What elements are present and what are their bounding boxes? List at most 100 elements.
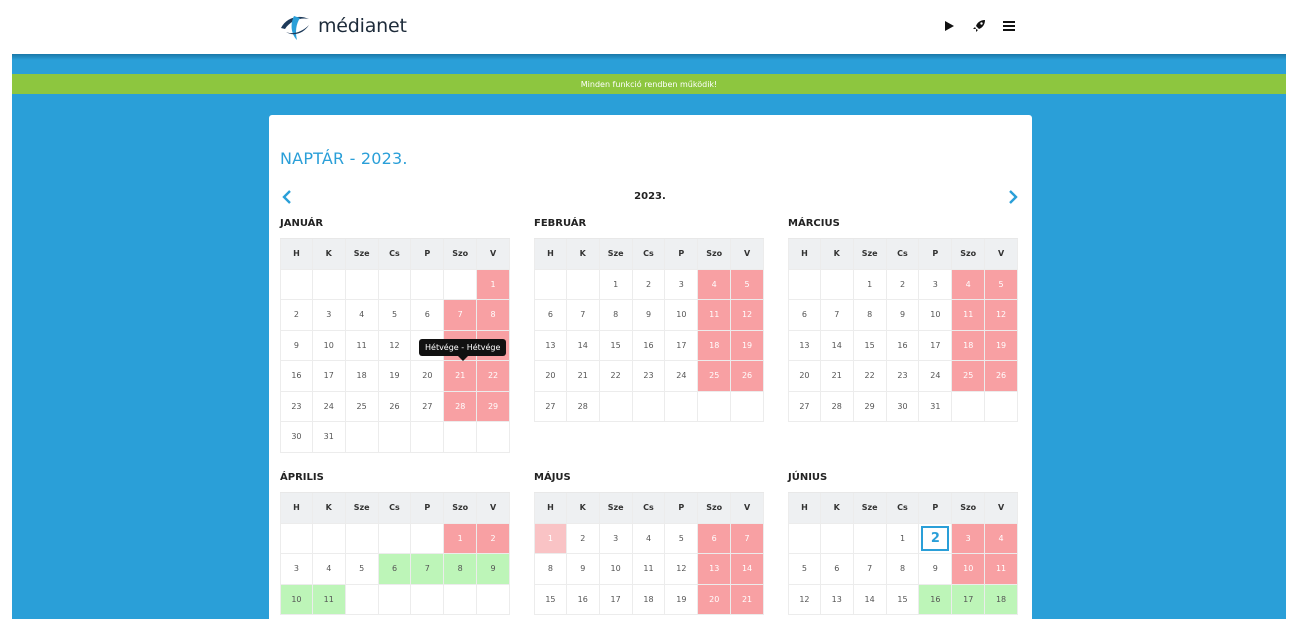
day-cell[interactable]: 12 [378, 330, 412, 361]
day-cell[interactable]: 14 [820, 330, 854, 361]
day-cell[interactable]: 21 [444, 361, 478, 392]
day-cell[interactable]: 20 [411, 361, 445, 392]
day-cell[interactable]: 12 [665, 554, 699, 585]
day-cell[interactable]: 3 [312, 300, 346, 331]
day-cell[interactable]: 4 [698, 269, 732, 300]
day-cell[interactable]: 11 [698, 300, 732, 331]
day-cell[interactable]: 13 [788, 330, 821, 361]
day-cell[interactable]: 3 [599, 523, 633, 554]
day-cell[interactable]: 5 [788, 554, 821, 585]
day-cell[interactable]: 18 [952, 330, 986, 361]
day-cell[interactable]: 12 [731, 300, 764, 331]
day-cell[interactable]: 4 [632, 523, 666, 554]
day-cell[interactable]: 5 [731, 269, 764, 300]
day-cell[interactable]: 22 [853, 361, 887, 392]
day-cell[interactable]: 2 [566, 523, 600, 554]
day-cell[interactable]: 23 [632, 361, 666, 392]
day-cell[interactable]: 8 [477, 300, 510, 331]
day-cell[interactable]: 2 [632, 269, 666, 300]
day-cell[interactable]: 11 [312, 584, 346, 615]
day-cell[interactable]: 22 [477, 361, 510, 392]
day-cell[interactable]: 14 [566, 330, 600, 361]
day-cell[interactable]: 4 [985, 523, 1018, 554]
day-cell[interactable]: 22 [599, 361, 633, 392]
day-cell[interactable]: 27 [534, 391, 567, 422]
day-cell[interactable]: 9 [886, 300, 920, 331]
day-cell[interactable]: 29 [853, 391, 887, 422]
day-cell[interactable]: 6 [820, 554, 854, 585]
day-cell[interactable]: 21 [731, 584, 764, 615]
day-cell[interactable]: 16 [280, 361, 313, 392]
day-cell[interactable]: 12 [985, 300, 1018, 331]
day-cell[interactable]: 19 [665, 584, 699, 615]
day-cell[interactable]: 20 [788, 361, 821, 392]
day-cell[interactable]: 6 [378, 554, 412, 585]
day-cell[interactable]: 27 [411, 391, 445, 422]
day-cell[interactable]: 13 [534, 330, 567, 361]
day-cell[interactable]: 9 [919, 554, 953, 585]
day-cell[interactable]: 9 [477, 554, 510, 585]
day-cell[interactable]: 5 [345, 554, 379, 585]
day-cell[interactable]: 18 [632, 584, 666, 615]
menu-icon[interactable] [1002, 18, 1016, 32]
day-cell[interactable]: 14 [731, 554, 764, 585]
day-cell[interactable]: 20 [534, 361, 567, 392]
day-cell[interactable]: 24 [312, 391, 346, 422]
day-cell[interactable]: 6 [698, 523, 732, 554]
day-cell[interactable]: 25 [345, 391, 379, 422]
day-cell[interactable]: 23 [886, 361, 920, 392]
day-cell[interactable]: 17 [665, 330, 699, 361]
day-cell[interactable]: 24 [665, 361, 699, 392]
day-cell[interactable]: 18 [985, 584, 1018, 615]
day-cell[interactable]: 3 [280, 554, 313, 585]
day-cell[interactable]: 19 [378, 361, 412, 392]
day-cell[interactable]: 28 [444, 391, 478, 422]
day-cell[interactable]: 30 [886, 391, 920, 422]
day-cell[interactable]: 6 [534, 300, 567, 331]
day-cell[interactable]: 17 [952, 584, 986, 615]
day-cell[interactable]: 31 [312, 422, 346, 453]
day-cell[interactable]: 9 [566, 554, 600, 585]
day-cell[interactable]: 15 [853, 330, 887, 361]
day-cell[interactable]: 11 [632, 554, 666, 585]
day-cell[interactable]: 21 [820, 361, 854, 392]
day-cell[interactable]: 26 [731, 361, 764, 392]
day-cell[interactable]: 7 [731, 523, 764, 554]
day-cell[interactable]: 3 [919, 269, 953, 300]
day-cell[interactable]: 2 [886, 269, 920, 300]
day-cell[interactable]: 16 [886, 330, 920, 361]
day-cell[interactable]: 13 [698, 554, 732, 585]
day-cell[interactable]: 24 [919, 361, 953, 392]
day-cell[interactable]: 19 [731, 330, 764, 361]
day-cell[interactable]: 8 [534, 554, 567, 585]
play-icon[interactable] [942, 18, 956, 32]
day-cell[interactable]: 17 [312, 361, 346, 392]
day-cell[interactable]: 21 [566, 361, 600, 392]
day-cell[interactable]: 3 [665, 269, 699, 300]
day-cell[interactable]: 14 [853, 584, 887, 615]
day-cell[interactable]: 4 [952, 269, 986, 300]
day-cell[interactable]: 1 [853, 269, 887, 300]
day-cell[interactable]: 8 [599, 300, 633, 331]
day-cell[interactable]: 26 [985, 361, 1018, 392]
day-cell[interactable]: 7 [566, 300, 600, 331]
day-cell[interactable]: 7 [444, 300, 478, 331]
day-cell[interactable]: 4 [345, 300, 379, 331]
day-cell[interactable]: 12 [788, 584, 821, 615]
day-cell[interactable]: 2 [477, 523, 510, 554]
day-cell[interactable]: 5 [985, 269, 1018, 300]
day-cell[interactable]: 28 [820, 391, 854, 422]
day-cell[interactable]: 28 [566, 391, 600, 422]
day-cell[interactable]: 15 [599, 330, 633, 361]
day-cell[interactable]: 16 [632, 330, 666, 361]
day-cell[interactable]: 10 [665, 300, 699, 331]
day-cell[interactable]: 11 [345, 330, 379, 361]
day-cell[interactable]: 31 [919, 391, 953, 422]
day-cell[interactable]: 29 [477, 391, 510, 422]
day-cell[interactable]: 5 [665, 523, 699, 554]
day-cell[interactable]: 7 [820, 300, 854, 331]
next-year-button[interactable] [1006, 188, 1020, 206]
day-cell[interactable]: 26 [378, 391, 412, 422]
day-cell[interactable]: 10 [599, 554, 633, 585]
day-cell[interactable]: 1 [477, 269, 510, 300]
